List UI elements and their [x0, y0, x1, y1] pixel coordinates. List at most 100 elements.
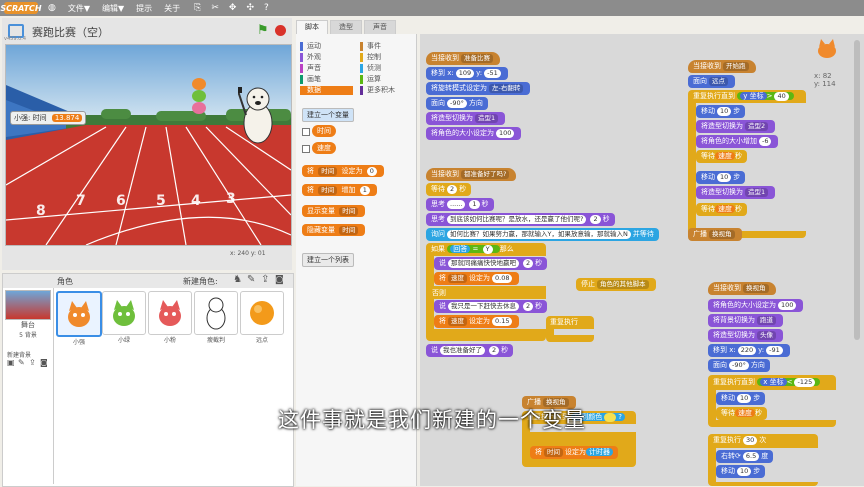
wait-input[interactable]: 2 — [447, 184, 458, 194]
value-input[interactable]: 0.15 — [492, 316, 513, 326]
goto-xy-block[interactable]: 移到 x: 109 y: -51 — [426, 67, 508, 80]
costume-dropdown[interactable]: 头像 — [757, 330, 776, 340]
broadcast-dropdown[interactable]: 换视角 — [709, 229, 735, 239]
think-block[interactable]: 思考 到底该如何比赛呢？是放水，还是赢了他们呢? 2 秒 — [426, 213, 615, 226]
category-events[interactable]: 事件 — [360, 42, 381, 51]
say-block[interactable]: 说我也准备好了 2 秒 — [426, 344, 514, 357]
message-dropdown[interactable]: 开始跑 — [723, 61, 749, 71]
rotation-style-block[interactable]: 将旋转模式设定为 左-右翻转 — [426, 82, 531, 95]
when-receive-hat[interactable]: 当接收到 准备比赛 — [426, 52, 500, 65]
category-pen[interactable]: 画笔 — [300, 75, 321, 84]
switch-costume-block[interactable]: 将造型切换为 造型1 — [696, 186, 776, 199]
move-steps-block[interactable]: 移动 10 步 — [696, 105, 746, 118]
hide-variable-block[interactable]: 隐藏变量 时间 — [302, 224, 366, 236]
menu-file[interactable]: 文件▼ — [68, 3, 90, 14]
size-input[interactable]: 100 — [496, 128, 515, 138]
make-list-button[interactable]: 建立一个列表 — [302, 253, 354, 267]
tab-sounds[interactable]: 声音 — [364, 20, 396, 34]
change-size-block[interactable]: 将角色的大小增加 -6 — [696, 135, 779, 148]
when-receive-hat[interactable]: 当接收到 开始跑 — [688, 60, 756, 73]
compare-input[interactable]: Y — [482, 244, 493, 254]
ask-and-wait-block[interactable]: 询问 如何比赛？如果努力赢，那就输入Y，如果放意输，那就输入N 并等待 — [426, 228, 659, 241]
steps-input[interactable]: 10 — [717, 106, 732, 116]
value-input[interactable]: 0.08 — [492, 273, 513, 283]
say-block[interactable]: 说那就同痛痛快快地赢吧 2 秒 — [434, 257, 548, 270]
message-dropdown[interactable]: 换视角 — [743, 283, 769, 293]
compare-input[interactable]: -125 — [794, 377, 816, 387]
answer-reporter[interactable]: 回答 — [450, 245, 471, 253]
change-variable-block[interactable]: 将 时间 增加 1 — [302, 184, 377, 196]
sprite-tile[interactable]: 小粉 — [148, 291, 192, 344]
point-direction-block[interactable]: 面向 -90° 方向 — [426, 97, 488, 110]
speed-reporter[interactable]: 速度 — [715, 152, 735, 160]
message-dropdown[interactable]: 准备比赛 — [461, 53, 493, 63]
x-input[interactable]: 109 — [455, 68, 475, 78]
set-variable-block[interactable]: 将 时间 设定为 0 — [302, 165, 384, 177]
camera-sprite-icon[interactable]: ◙ — [275, 275, 284, 285]
var-time-checkbox[interactable] — [302, 128, 310, 136]
sprite-cat-runners[interactable] — [190, 77, 208, 115]
grow-icon[interactable]: ✥ — [229, 3, 237, 13]
repeat-until-header[interactable]: 重复执行直到 y 坐标 >40 — [688, 90, 799, 103]
upload-sprite-icon[interactable]: ⇪ — [261, 274, 269, 285]
change-block-value[interactable]: 1 — [359, 185, 370, 195]
costume-dropdown[interactable]: 造型1 — [745, 187, 769, 197]
help-icon[interactable]: ? — [264, 3, 269, 13]
point-towards-block[interactable]: 面向 远点 — [688, 75, 735, 88]
scratch-logo[interactable]: SCRATCH — [0, 2, 42, 14]
costume-dropdown[interactable]: 造型2 — [745, 121, 769, 131]
category-more-blocks[interactable]: 更多积木 — [360, 86, 395, 95]
think-text-input[interactable]: ...... — [447, 199, 466, 209]
upload-backdrop-icon[interactable]: ⇪ — [29, 358, 36, 367]
steps-input[interactable]: 10 — [737, 393, 752, 403]
goto-xy-block[interactable]: 移到 x: 220 y: -91 — [708, 344, 790, 357]
move-steps-block[interactable]: 移动 10 步 — [696, 171, 746, 184]
make-variable-button[interactable]: 建立一个变量 — [302, 108, 354, 122]
camera-backdrop-icon[interactable]: ◙ — [40, 358, 48, 367]
category-operators[interactable]: 运算 — [360, 75, 381, 84]
hide-block-var-dropdown[interactable]: 时间 — [339, 225, 359, 235]
green-flag-icon[interactable]: ⚑ — [257, 23, 269, 38]
paint-new-sprite-icon[interactable]: ✎ — [247, 274, 255, 285]
direction-input[interactable]: -90° — [729, 360, 749, 370]
menu-edit[interactable]: 编辑▼ — [102, 3, 124, 14]
tab-scripts[interactable]: 脚本 — [296, 20, 328, 34]
var-time-reporter[interactable]: 时间 — [312, 125, 336, 137]
less-than-operator[interactable]: x 坐标 < -125 — [757, 377, 821, 387]
stage-canvas[interactable]: 8 7 6 5 4 3 小强: 时间 13.874 — [5, 44, 292, 246]
variable-monitor[interactable]: 小强: 时间 13.874 — [10, 111, 87, 125]
say-block[interactable]: 说我只是一下赶快去休息 2 秒 — [434, 300, 548, 313]
repeat-count-input[interactable]: 30 — [743, 435, 758, 445]
timer-reporter[interactable]: 计时器 — [586, 448, 613, 456]
category-data[interactable]: 数据 — [300, 86, 353, 95]
wait-block[interactable]: 等待 2 秒 — [426, 183, 472, 196]
point-direction-block[interactable]: 面向 -90° 方向 — [708, 359, 770, 372]
steps-input[interactable]: 10 — [737, 466, 752, 476]
var-speed-reporter[interactable]: 速度 — [312, 142, 336, 154]
towards-dropdown[interactable]: 远点 — [709, 76, 728, 86]
show-variable-block[interactable]: 显示变量 时间 — [302, 205, 366, 217]
repeat-header[interactable]: 重复执行 30 次 — [708, 434, 771, 447]
size-input[interactable]: -6 — [759, 136, 772, 146]
tab-costumes[interactable]: 造型 — [330, 20, 362, 34]
stop-icon[interactable] — [275, 25, 286, 36]
duplicate-icon[interactable]: ⎘ — [194, 3, 201, 13]
speed-reporter[interactable]: 速度 — [715, 205, 735, 213]
backdrop-dropdown[interactable]: 跑道 — [757, 315, 776, 325]
backdrop-library-icon[interactable]: ▣ — [7, 358, 15, 367]
set-block-var-dropdown[interactable]: 时间 — [318, 166, 338, 176]
direction-input[interactable]: -90° — [447, 98, 467, 108]
steps-input[interactable]: 10 — [717, 172, 732, 182]
category-motion[interactable]: 运动 — [300, 42, 321, 51]
var-dropdown[interactable]: 时间 — [544, 447, 563, 457]
show-block-var-dropdown[interactable]: 时间 — [339, 206, 359, 216]
rotation-dropdown[interactable]: 左-右翻转 — [489, 83, 524, 93]
stop-block[interactable]: 停止 角色的其他脚本 — [576, 278, 656, 291]
set-variable-block[interactable]: 将速度 设定为 0.15 — [434, 315, 520, 328]
cut-icon[interactable]: ✂ — [211, 3, 219, 13]
switch-costume-block[interactable]: 将造型切换为 头像 — [708, 329, 783, 342]
x-position-reporter[interactable]: x 坐标 — [760, 378, 787, 386]
say-secs-input[interactable]: 2 — [523, 258, 534, 268]
say-secs-input[interactable]: 2 — [523, 301, 534, 311]
if-header[interactable]: 如果 回答 = Y 那么 — [426, 243, 519, 256]
